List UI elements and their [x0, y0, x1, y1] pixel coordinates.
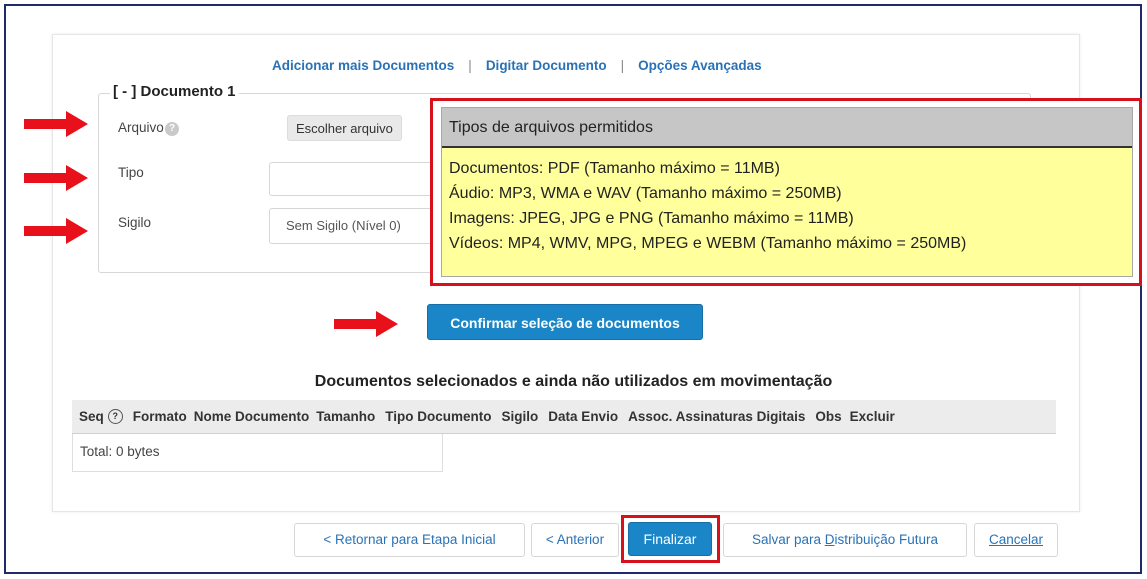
finalize-button[interactable]: Finalizar [628, 522, 712, 556]
save-for-future-distribution-button[interactable]: Salvar para Distribuição Futura [723, 523, 967, 557]
confirm-selection-button[interactable]: Confirmar seleção de documentos [427, 304, 703, 340]
tooltip-line-videos: Vídeos: MP4, WMV, MPG, MPEG e WEBM (Tama… [449, 235, 967, 252]
arrow-right-icon [334, 311, 398, 337]
tooltip-line-documents: Documentos: PDF (Tamanho máximo = 11MB) [449, 160, 780, 177]
cancel-button[interactable]: Cancelar [974, 523, 1058, 557]
col-document-name: Nome Documento [193, 409, 310, 424]
top-links: Adicionar mais Documentos | Digitar Docu… [272, 58, 762, 73]
col-seq: Seq? [72, 409, 123, 424]
col-digital-signatures: Assoc. Assinaturas Digitais [628, 409, 806, 424]
col-document-type: Tipo Documento [385, 409, 492, 424]
type-select[interactable] [269, 162, 439, 196]
document-legend-toggle[interactable]: [ - ] Documento 1 [110, 83, 239, 100]
secrecy-select[interactable]: Sem Sigilo (Nível 0) [269, 208, 439, 244]
arrow-right-icon [24, 111, 88, 137]
col-sent-date: Data Envio [548, 409, 619, 424]
type-document-link[interactable]: Digitar Documento [486, 58, 607, 73]
section-title: Documentos selecionados e ainda não util… [314, 373, 833, 390]
help-icon[interactable]: ? [165, 122, 179, 136]
back-to-initial-step-button[interactable]: < Retornar para Etapa Inicial [294, 523, 525, 557]
link-separator: | [468, 58, 472, 73]
choose-file-button[interactable]: Escolher arquivo [287, 115, 402, 141]
col-secrecy: Sigilo [501, 409, 539, 424]
allowed-file-types-tooltip: Tipos de arquivos permitidos Documentos:… [441, 107, 1133, 277]
type-label: Tipo [118, 165, 144, 180]
tooltip-line-audio: Áudio: MP3, WMA e WAV (Tamanho máximo = … [449, 185, 842, 202]
documents-table-header: Seq? Formato Nome Documento Tamanho Tipo… [72, 400, 1056, 434]
total-size: Total: 0 bytes [72, 434, 443, 472]
secrecy-label: Sigilo [118, 215, 152, 230]
previous-button[interactable]: < Anterior [531, 523, 619, 557]
tooltip-line-images: Imagens: JPEG, JPG e PNG (Tamanho máximo… [449, 210, 854, 227]
arrow-right-icon [24, 218, 88, 244]
col-size: Tamanho [316, 409, 376, 424]
arrow-right-icon [24, 165, 88, 191]
link-separator: | [620, 58, 625, 73]
advanced-options-link[interactable]: Opções Avançadas [638, 58, 762, 73]
col-format: Formato [132, 409, 187, 424]
add-more-documents-link[interactable]: Adicionar mais Documentos [272, 58, 454, 73]
help-circle-icon[interactable]: ? [107, 409, 123, 424]
col-delete: Excluir [849, 409, 895, 424]
tooltip-title: Tipos de arquivos permitidos [442, 108, 1132, 148]
file-label: Arquivo [118, 120, 164, 135]
col-obs: Obs [815, 409, 842, 424]
